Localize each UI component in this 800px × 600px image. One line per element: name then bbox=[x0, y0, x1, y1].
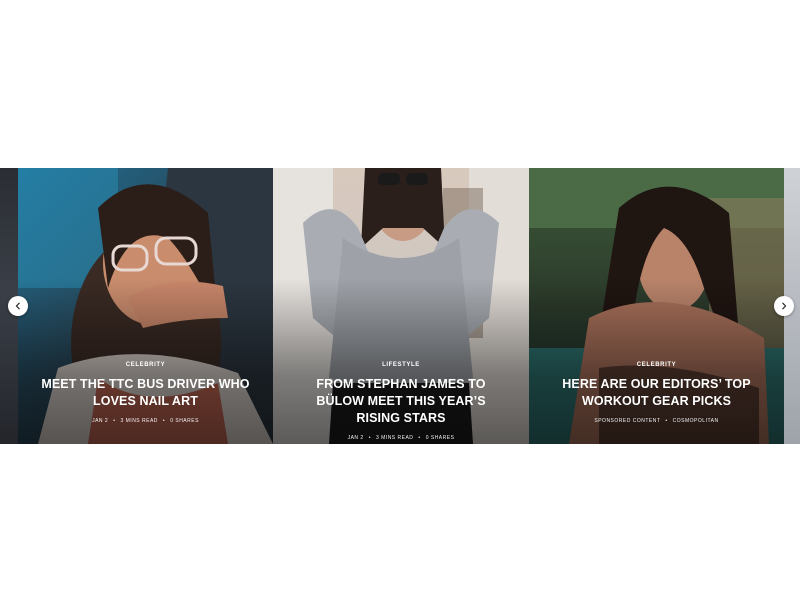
featured-carousel: CELEBRITY MEET THE TTC BUS DRIVER WHO LO… bbox=[0, 168, 800, 444]
slide-date: JAN 2 bbox=[92, 418, 109, 424]
slide-date: JAN 2 bbox=[347, 435, 364, 441]
carousel-slide-3[interactable]: CELEBRITY HERE ARE OUR EDITORS’ TOP WORK… bbox=[529, 168, 784, 444]
slide-sponsor-label: SPONSORED CONTENT bbox=[594, 418, 661, 424]
chevron-left-icon bbox=[15, 302, 20, 310]
slide-read-time: 3 MINS READ bbox=[120, 418, 158, 424]
slide-category[interactable]: CELEBRITY bbox=[529, 362, 784, 368]
carousel-slide-1[interactable]: CELEBRITY MEET THE TTC BUS DRIVER WHO LO… bbox=[18, 168, 273, 444]
slide-meta: SPONSORED CONTENT • COSMOPOLITAN bbox=[594, 418, 719, 424]
carousel-prev-button[interactable] bbox=[8, 296, 28, 316]
slide-meta: JAN 2 • 3 MINS READ • 0 SHARES bbox=[92, 418, 199, 424]
slide-title[interactable]: HERE ARE OUR EDITORS’ TOP WORKOUT GEAR P… bbox=[529, 376, 784, 410]
slide-caption: CELEBRITY MEET THE TTC BUS DRIVER WHO LO… bbox=[18, 362, 273, 424]
slide-title[interactable]: MEET THE TTC BUS DRIVER WHO LOVES NAIL A… bbox=[18, 376, 273, 410]
slide-sponsor-brand[interactable]: COSMOPOLITAN bbox=[673, 418, 719, 424]
slide-shares: 0 SHARES bbox=[170, 418, 199, 424]
slide-category[interactable]: CELEBRITY bbox=[18, 362, 273, 368]
slide-caption: CELEBRITY HERE ARE OUR EDITORS’ TOP WORK… bbox=[529, 362, 784, 424]
carousel-slide-2[interactable]: LIFESTYLE FROM STEPHAN JAMES TO BÜLOW ME… bbox=[273, 168, 529, 444]
slide-category[interactable]: LIFESTYLE bbox=[273, 362, 529, 368]
slide-meta: JAN 2 • 3 MINS READ • 0 SHARES bbox=[347, 435, 455, 441]
slide-caption: LIFESTYLE FROM STEPHAN JAMES TO BÜLOW ME… bbox=[273, 362, 529, 441]
carousel-next-button[interactable] bbox=[774, 296, 794, 316]
chevron-right-icon bbox=[782, 302, 787, 310]
slide-title[interactable]: FROM STEPHAN JAMES TO BÜLOW MEET THIS YE… bbox=[273, 376, 529, 427]
slide-shares: 0 SHARES bbox=[425, 435, 455, 441]
slide-read-time: 3 MINS READ bbox=[375, 435, 414, 441]
